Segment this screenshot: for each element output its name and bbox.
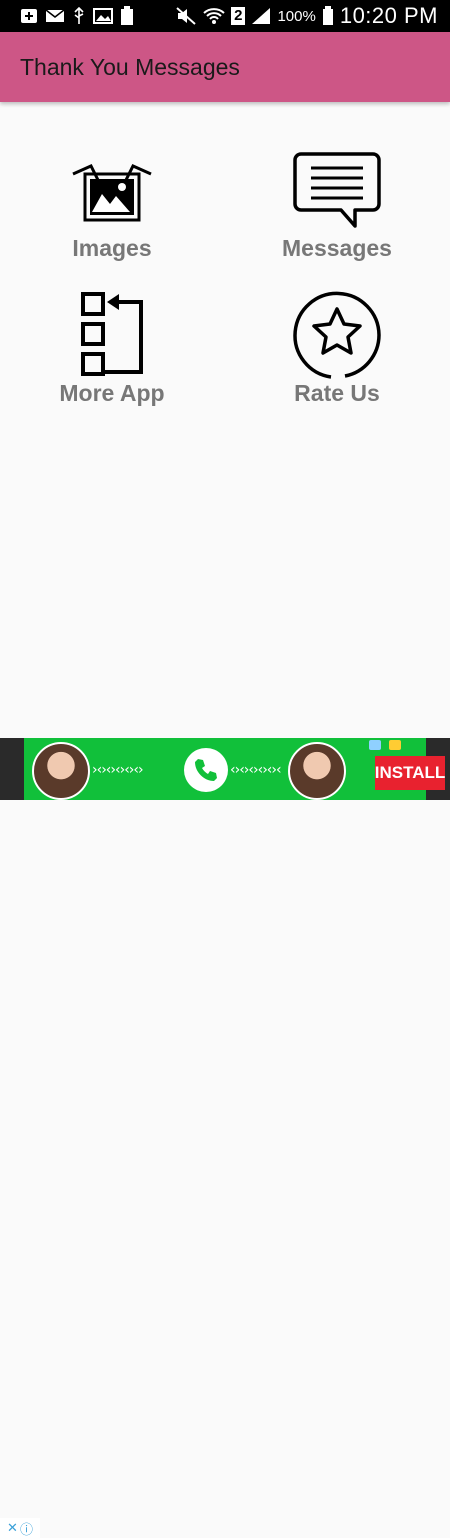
wifi-icon xyxy=(203,8,225,24)
clock: 10:20 PM xyxy=(339,3,438,28)
ad-avatar-right xyxy=(288,742,346,800)
images-button[interactable]: Images xyxy=(12,145,212,262)
gallery-icon xyxy=(93,8,113,24)
app-bar: Thank You Messages xyxy=(0,32,450,102)
ad-choices[interactable]: ✕ ⓘ xyxy=(0,1518,40,1538)
phone-icon xyxy=(184,748,228,792)
messages-button[interactable]: Messages xyxy=(237,145,437,262)
battery-100-icon xyxy=(121,6,133,25)
close-icon[interactable]: ✕ xyxy=(7,1520,18,1536)
ad-banner[interactable]: ›‹›‹›‹›‹›‹› ‹›‹›‹›‹›‹›‹ INSTALL ✕ ⓘ xyxy=(0,738,450,1538)
ad-creative[interactable]: ›‹›‹›‹›‹›‹› ‹›‹›‹›‹›‹›‹ INSTALL xyxy=(24,738,445,800)
mail-icon xyxy=(45,9,65,22)
message-icon xyxy=(291,145,383,235)
install-button[interactable]: INSTALL xyxy=(375,756,445,790)
ad-store-badges xyxy=(369,740,401,750)
signal-icon xyxy=(252,8,271,24)
status-bar: 2 100% 10:20 PM xyxy=(0,0,450,32)
add-icon xyxy=(21,9,37,23)
rate-us-label: Rate Us xyxy=(294,380,380,406)
app-title: Thank You Messages xyxy=(20,53,240,80)
messages-label: Messages xyxy=(282,235,392,261)
ad-arrows-left: ›‹›‹›‹›‹›‹› xyxy=(92,762,144,778)
battery-percent: 100% xyxy=(277,7,316,25)
more-apps-button[interactable]: More App xyxy=(12,290,212,407)
info-icon[interactable]: ⓘ xyxy=(20,1519,33,1538)
images-icon xyxy=(67,145,157,235)
usb-icon xyxy=(74,7,84,24)
star-icon xyxy=(291,290,383,380)
mute-icon xyxy=(176,7,196,25)
notification-icons xyxy=(0,6,134,26)
ad-avatar-left xyxy=(32,742,90,800)
rate-us-button[interactable]: Rate Us xyxy=(237,290,437,407)
battery-icon xyxy=(322,6,333,25)
more-apps-label: More App xyxy=(59,380,165,406)
ad-arrows-right: ‹›‹›‹›‹›‹›‹ xyxy=(230,762,282,778)
system-indicators: 2 100% 10:20 PM xyxy=(175,3,450,29)
sim-slot-badge: 2 xyxy=(231,7,246,25)
more-apps-icon xyxy=(77,290,147,380)
images-label: Images xyxy=(72,235,152,261)
